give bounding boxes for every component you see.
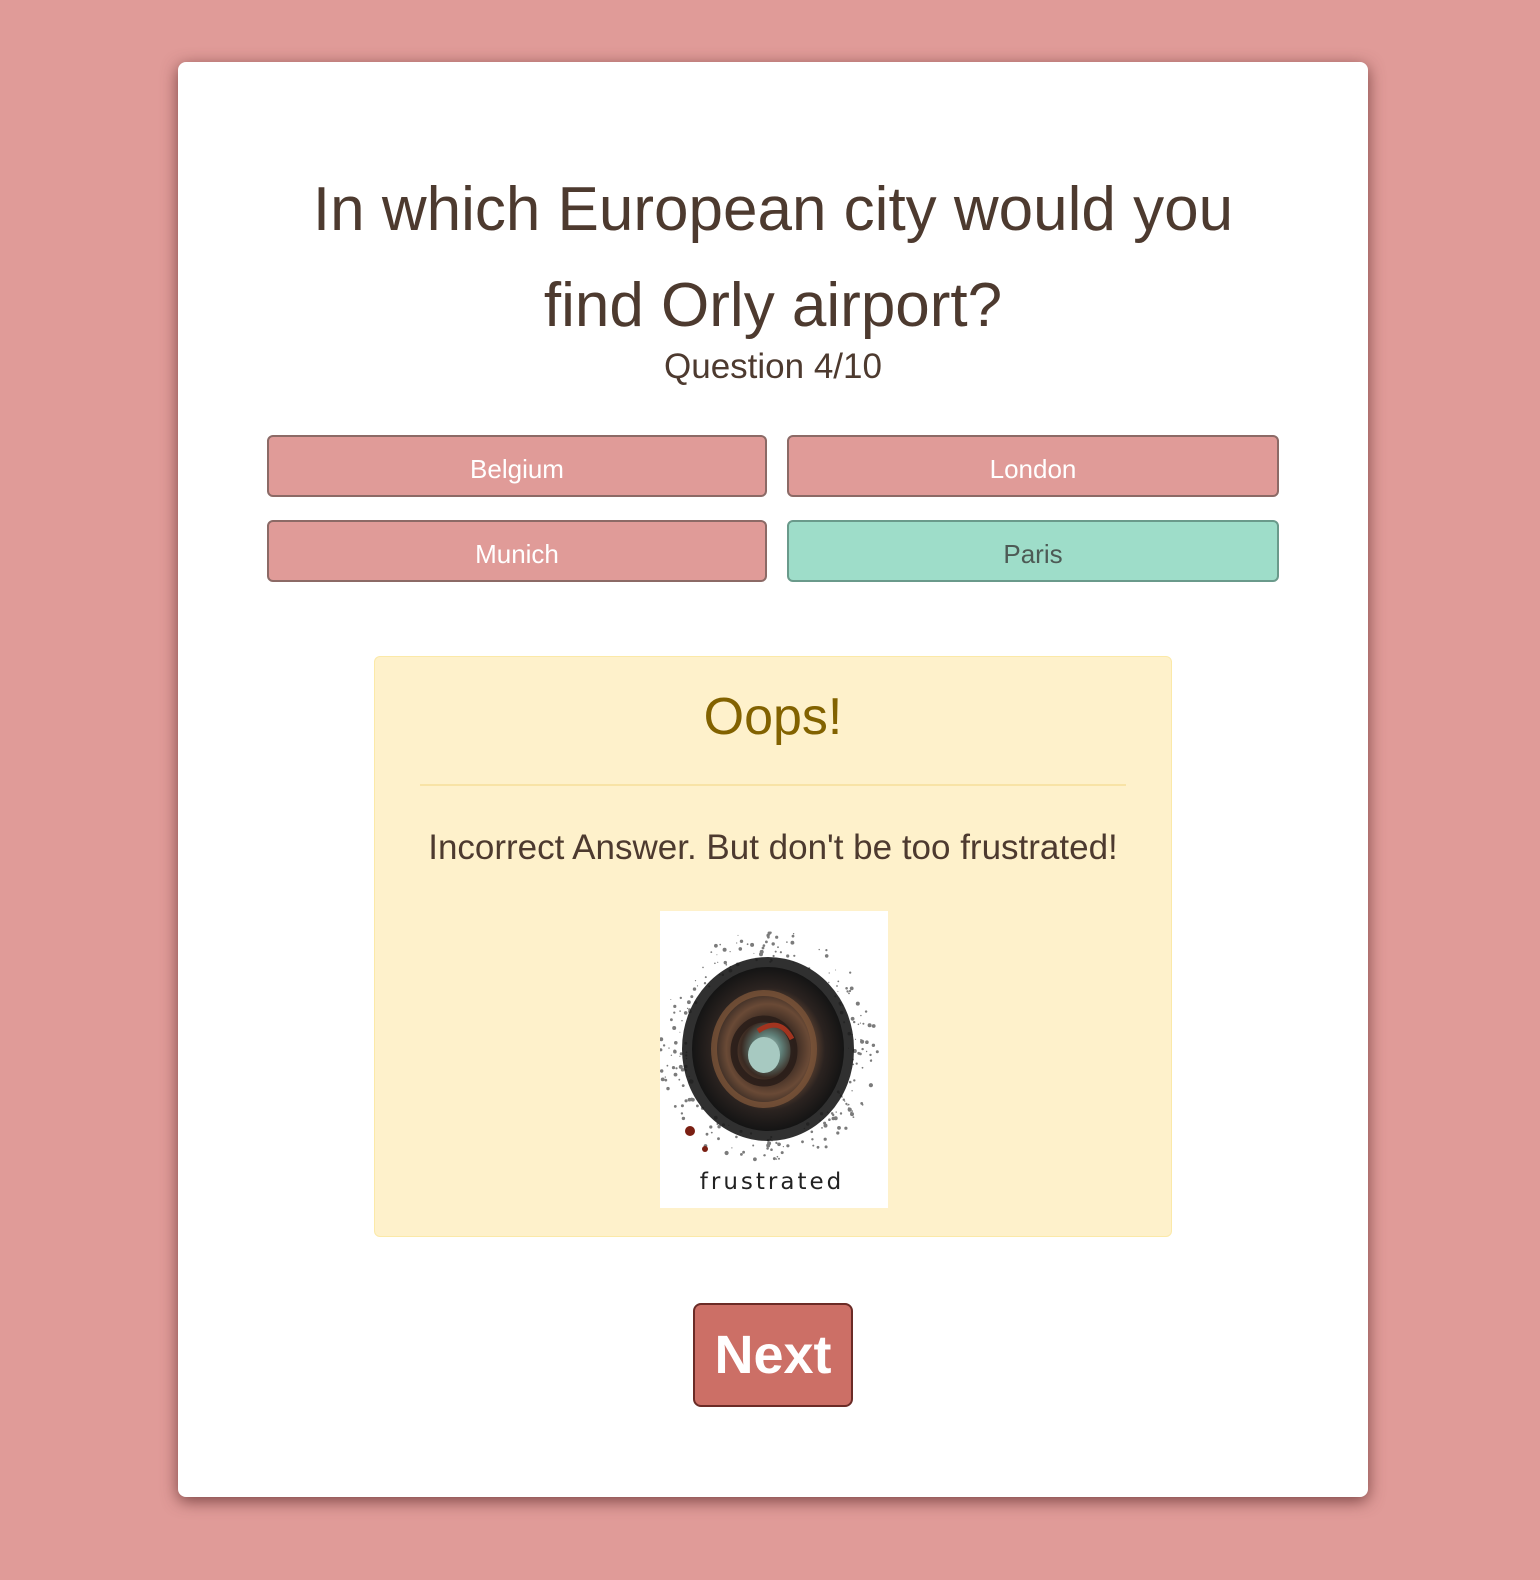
quiz-card: In which European city would you find Or…	[178, 62, 1368, 1497]
answer-button-london[interactable]: London	[787, 435, 1279, 497]
next-button[interactable]: Next	[693, 1303, 853, 1407]
frustrated-image: frustrated	[659, 911, 888, 1208]
answer-button-munich[interactable]: Munich	[267, 520, 767, 582]
feedback-alert: Oops! Incorrect Answer. But don't be too…	[374, 656, 1172, 1237]
question-counter: Question 4/10	[664, 347, 882, 386]
answer-button-paris[interactable]: Paris	[787, 520, 1279, 582]
frustrated-illustration: frustrated	[659, 931, 879, 1195]
answer-button-belgium[interactable]: Belgium	[267, 435, 767, 497]
feedback-title: Oops!	[703, 688, 843, 746]
feedback-message: Incorrect Answer. But don't be too frust…	[428, 828, 1118, 867]
frustrated-caption: frustrated	[700, 1169, 844, 1195]
question-title: In which European city would you find Or…	[178, 162, 1368, 354]
question-text: In which European city would you find Or…	[312, 175, 1234, 340]
feedback-divider	[420, 784, 1126, 786]
